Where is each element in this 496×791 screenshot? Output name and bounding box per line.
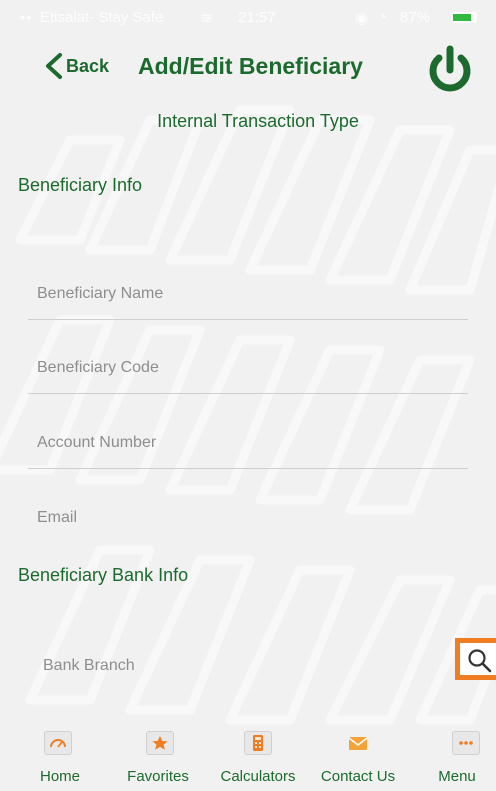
section-title-bank-info: Beneficiary Bank Info	[18, 565, 189, 585]
tab-favorites-label: Favorites	[127, 768, 189, 785]
location-icon: ◉	[355, 10, 369, 27]
battery-percent: 87%	[400, 9, 431, 26]
bank-branch-field[interactable]: Bank Branch	[34, 642, 434, 692]
status-bar: ●● Etisalat- Stay Safe ≋ 21:57 ◉ ◔ 87%	[0, 0, 496, 34]
tab-calculators[interactable]: Calculators	[211, 725, 305, 791]
envelope-icon	[344, 731, 372, 755]
account-number-field[interactable]: Account Number	[28, 419, 468, 469]
beneficiary-name-field[interactable]: Beneficiary Name	[28, 270, 468, 320]
tab-home-label: Home	[39, 768, 80, 785]
ellipsis-icon	[452, 731, 480, 755]
beneficiary-code-field[interactable]: Beneficiary Code	[28, 344, 468, 394]
back-button[interactable]: Back	[42, 50, 109, 82]
signal-strength-icon: ●●	[20, 12, 33, 22]
search-icon	[468, 649, 492, 673]
account-number-placeholder: Account Number	[37, 434, 157, 451]
tab-home[interactable]: Home	[18, 725, 102, 791]
beneficiary-name-placeholder: Beneficiary Name	[37, 285, 164, 302]
tab-bar: Home Favorites Calculators Contact Us Me…	[0, 725, 496, 791]
nav-bar: Back Add/Edit Beneficiary	[0, 34, 496, 102]
field-underline	[28, 393, 468, 394]
tab-menu-label: Menu	[438, 768, 476, 785]
speedometer-icon	[44, 731, 72, 755]
tab-favorites[interactable]: Favorites	[116, 725, 200, 791]
bank-branch-placeholder: Bank Branch	[43, 657, 135, 674]
email-placeholder: Email	[37, 509, 78, 526]
star-icon	[146, 731, 174, 755]
bank-branch-search-button[interactable]	[455, 638, 496, 680]
transaction-type-label: Internal Transaction Type	[157, 111, 359, 131]
field-underline	[28, 468, 468, 469]
wifi-icon: ≋	[200, 10, 213, 27]
tab-calculators-label: Calculators	[220, 768, 296, 785]
beneficiary-code-placeholder: Beneficiary Code	[37, 359, 159, 376]
field-underline	[28, 319, 468, 320]
chevron-left-icon	[46, 53, 62, 79]
email-field[interactable]: Email	[28, 494, 468, 544]
alarm-icon: ◔	[378, 9, 388, 26]
tab-contact-us-label: Contact Us	[320, 768, 396, 785]
section-title-beneficiary-info: Beneficiary Info	[18, 175, 143, 195]
calculator-icon	[244, 731, 272, 755]
time-label: 21:57	[238, 9, 276, 26]
power-icon[interactable]	[424, 44, 476, 98]
tab-contact-us[interactable]: Contact Us	[311, 725, 405, 791]
page-title: Add/Edit Beneficiary	[138, 53, 363, 79]
back-label: Back	[66, 55, 110, 76]
tab-menu[interactable]: Menu	[424, 725, 490, 791]
carrier-label: Etisalat- Stay Safe	[40, 9, 164, 26]
battery-icon	[451, 12, 477, 23]
